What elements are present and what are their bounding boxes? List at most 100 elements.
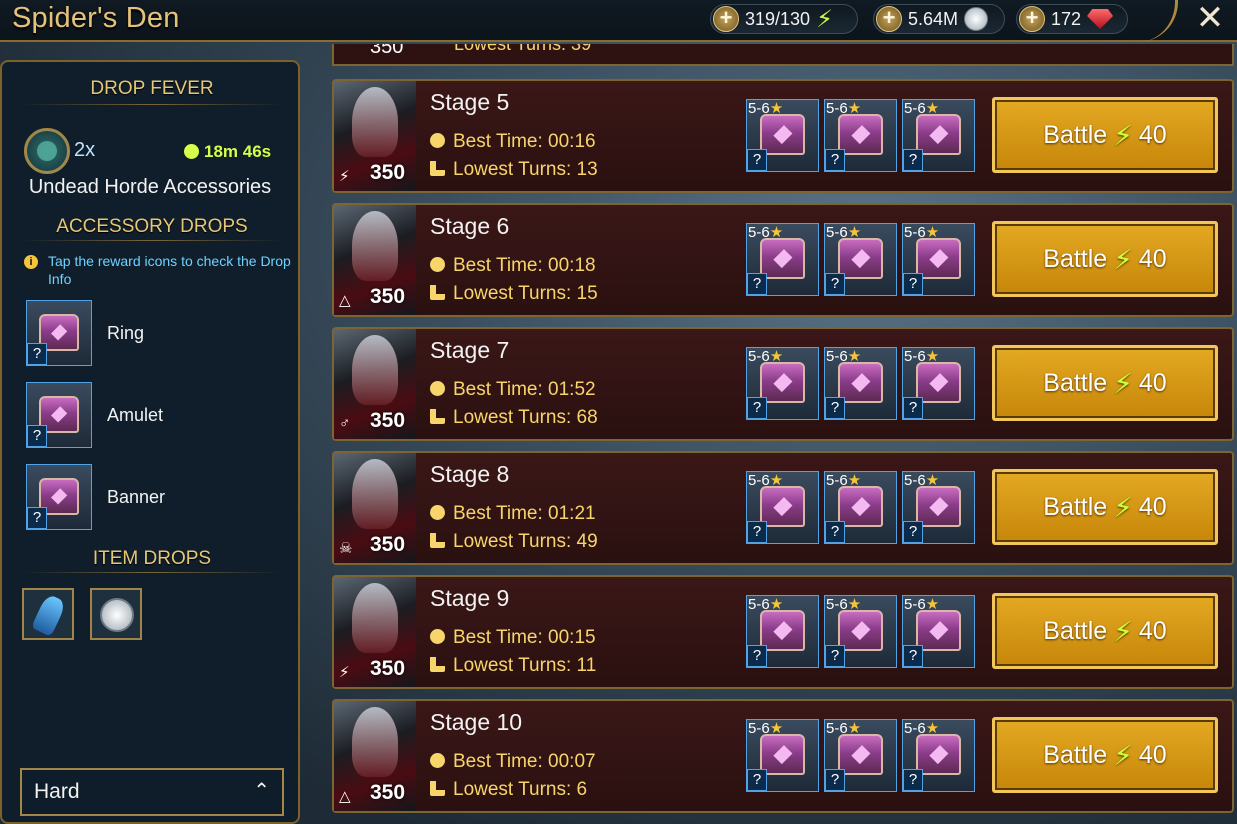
star-icon: ★: [847, 596, 862, 613]
fever-multiplier: 2x: [74, 139, 96, 161]
close-icon[interactable]: ✕: [1192, 0, 1228, 36]
battle-button[interactable]: Battle ⚡ 40: [992, 345, 1218, 421]
rank-label: 5-6★: [748, 596, 784, 613]
add-energy-button[interactable]: +: [713, 6, 739, 32]
boot-icon: [430, 781, 445, 796]
potion-shard-item[interactable]: [22, 588, 74, 640]
chevron-up-icon: ⌃: [253, 780, 270, 802]
battle-button[interactable]: Battle ⚡ 40: [992, 593, 1218, 669]
clock-icon: [430, 753, 445, 768]
energy-cost: 40: [1138, 120, 1167, 149]
difficulty-value: Hard: [34, 780, 80, 803]
add-gems-button[interactable]: +: [1019, 6, 1045, 32]
stage-row: △ 350 Stage 6 Best Time: 00:18 Lowest Tu…: [332, 203, 1234, 317]
silver-counter[interactable]: + 5.64M: [873, 4, 1005, 34]
affinity-icon: △: [339, 292, 351, 309]
rank-label: 5-6★: [826, 596, 862, 613]
battle-button[interactable]: Battle ⚡ 40: [992, 221, 1218, 297]
reward-chest[interactable]: ? 5-6★: [824, 719, 897, 792]
difficulty-select[interactable]: Hard ⌃: [20, 768, 284, 816]
boot-icon: [430, 409, 445, 424]
divider: [22, 572, 282, 573]
shard-icon: [31, 593, 67, 637]
rank-label: 5-6★: [748, 472, 784, 489]
affinity-icon: ☠: [339, 540, 353, 557]
question-icon: ?: [825, 273, 845, 295]
affinity-icon: ⚡: [339, 168, 350, 185]
silver-coin-icon: [100, 598, 134, 632]
star-icon: ★: [769, 224, 784, 241]
question-icon: ?: [903, 149, 923, 171]
stage-row: ⚡ 350 Stage 9 Best Time: 00:15 Lowest Tu…: [332, 575, 1234, 689]
star-icon: ★: [847, 100, 862, 117]
reward-chest[interactable]: ? 5-6★: [824, 99, 897, 172]
battle-label: Battle: [1043, 368, 1108, 397]
reward-chest[interactable]: ? 5-6★: [902, 471, 975, 544]
accessory-ring-reward[interactable]: ?: [26, 300, 92, 366]
chest-icon: ?: [26, 300, 92, 366]
energy-counter[interactable]: + 319/130 ⚡: [710, 4, 858, 34]
divider: [22, 104, 282, 105]
question-icon: ?: [747, 645, 767, 667]
boot-icon: [430, 657, 445, 672]
reward-chest[interactable]: ? 5-6★: [902, 719, 975, 792]
drop-info-panel: DROP FEVER 2x 18m 46s Undead Horde Acces…: [0, 60, 300, 824]
boss-portrait: ♂ 350: [334, 329, 416, 439]
reward-chest[interactable]: ? 5-6★: [746, 595, 819, 668]
rank-label: 5-6★: [748, 100, 784, 117]
star-icon: ★: [847, 720, 862, 737]
reward-chest[interactable]: ? 5-6★: [824, 471, 897, 544]
chest-icon: ?: [26, 382, 92, 448]
reward-chest[interactable]: ? 5-6★: [902, 595, 975, 668]
silver-item[interactable]: [90, 588, 142, 640]
stage-row-partial: 350 Lowest Turns: 39: [332, 44, 1234, 66]
boot-icon: [430, 285, 445, 300]
reward-chest[interactable]: ? 5-6★: [902, 347, 975, 420]
battle-label: Battle: [1043, 244, 1108, 273]
clock-icon: [430, 381, 445, 396]
best-time: Best Time: 01:21: [430, 503, 596, 525]
reward-chest[interactable]: ? 5-6★: [824, 595, 897, 668]
energy-icon: ⚡: [1113, 119, 1133, 151]
energy-icon: ⚡: [1113, 615, 1133, 647]
rank-label: 5-6★: [904, 472, 940, 489]
stage-row: ⚡ 350 Stage 5 Best Time: 00:16 Lowest Tu…: [332, 79, 1234, 193]
question-icon: ?: [825, 769, 845, 791]
accessory-amulet-reward[interactable]: ?: [26, 382, 92, 448]
battle-button[interactable]: Battle ⚡ 40: [992, 717, 1218, 793]
boss-portrait: △ 350: [334, 701, 416, 811]
lowest-turns: Lowest Turns: 15: [430, 283, 598, 305]
question-icon: ?: [747, 397, 767, 419]
add-silver-button[interactable]: +: [876, 6, 902, 32]
battle-button[interactable]: Battle ⚡ 40: [992, 97, 1218, 173]
energy-cost: 40: [1138, 244, 1167, 273]
question-icon: ?: [825, 149, 845, 171]
reward-chest[interactable]: ? 5-6★: [746, 719, 819, 792]
reward-chest[interactable]: ? 5-6★: [746, 471, 819, 544]
best-time: Best Time: 01:52: [430, 379, 596, 401]
fever-timer-text: 18m 46s: [204, 142, 272, 161]
rank-label: 5-6★: [826, 224, 862, 241]
reward-chest[interactable]: ? 5-6★: [746, 99, 819, 172]
reward-chest[interactable]: ? 5-6★: [902, 223, 975, 296]
star-icon: ★: [769, 472, 784, 489]
question-icon: ?: [903, 645, 923, 667]
star-icon: ★: [769, 100, 784, 117]
boss-portrait: △ 350: [334, 205, 416, 315]
reward-chest[interactable]: ? 5-6★: [902, 99, 975, 172]
battle-button[interactable]: Battle ⚡ 40: [992, 469, 1218, 545]
star-icon: ★: [847, 472, 862, 489]
best-time: Best Time: 00:15: [430, 627, 596, 649]
boss-portrait: ⚡ 350: [334, 577, 416, 687]
rank-label: 5-6★: [904, 720, 940, 737]
boot-icon: [430, 161, 445, 176]
reward-chest[interactable]: ? 5-6★: [746, 223, 819, 296]
gems-counter[interactable]: + 172: [1016, 4, 1128, 34]
reward-chest[interactable]: ? 5-6★: [746, 347, 819, 420]
reward-chest[interactable]: ? 5-6★: [824, 347, 897, 420]
rank-label: 5-6★: [826, 100, 862, 117]
reward-chest[interactable]: ? 5-6★: [824, 223, 897, 296]
silver-coin-icon: [964, 7, 989, 31]
divider: [22, 240, 282, 241]
accessory-banner-reward[interactable]: ?: [26, 464, 92, 530]
